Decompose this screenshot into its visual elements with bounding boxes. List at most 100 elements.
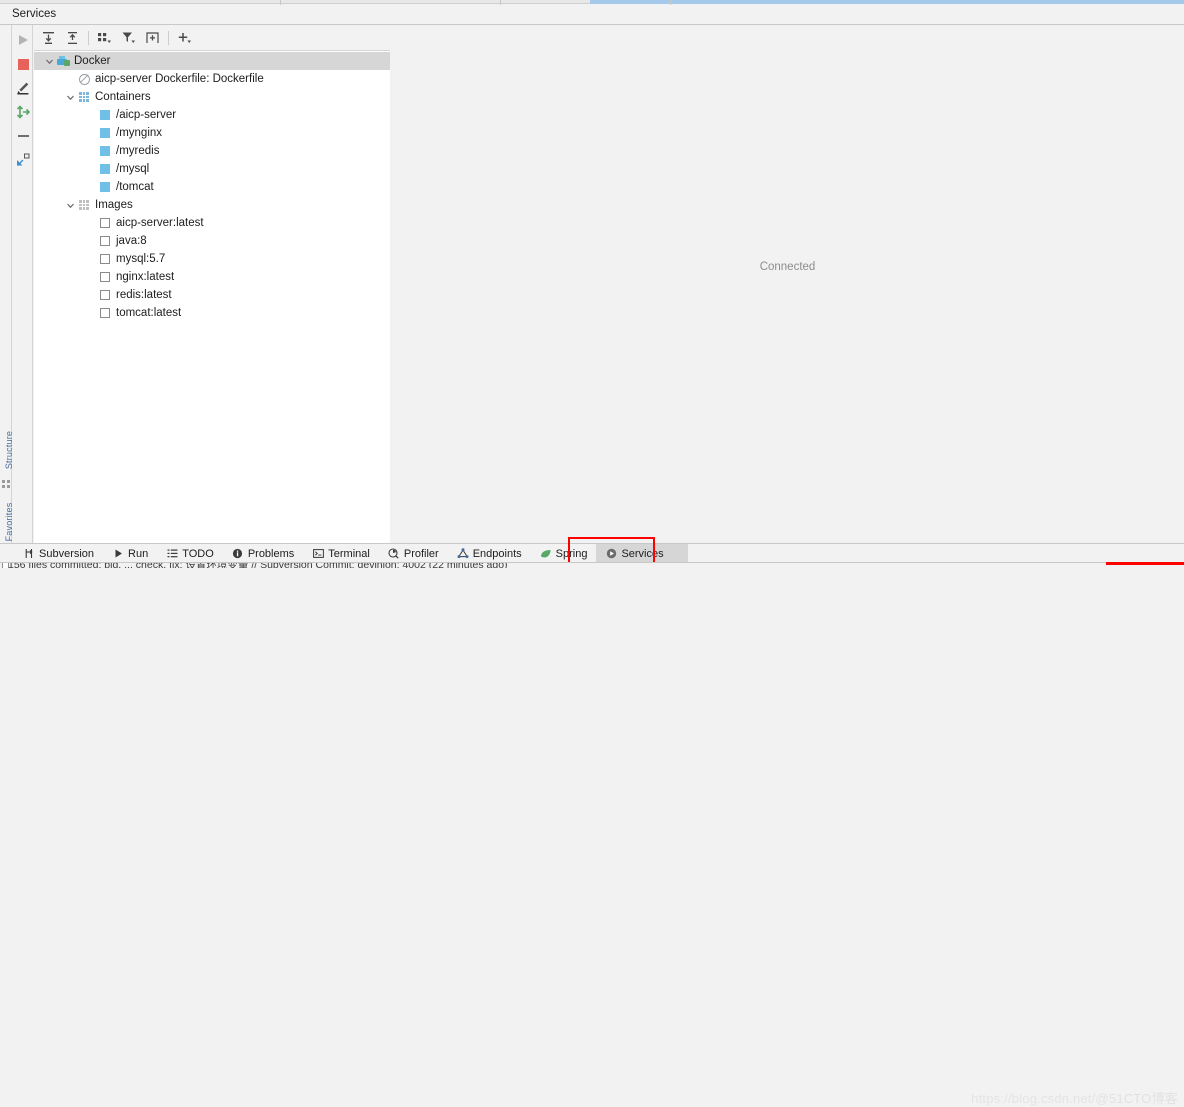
new-tab-button[interactable] bbox=[144, 30, 161, 46]
group-by-button[interactable] bbox=[96, 30, 113, 46]
empty-square-icon bbox=[97, 268, 113, 286]
tree-row-label: Images bbox=[95, 199, 133, 211]
bottom-tab-run[interactable]: Run bbox=[103, 544, 157, 563]
tree-row-label: /tomcat bbox=[116, 181, 154, 193]
green-arrow-icon bbox=[16, 105, 30, 119]
tree-row[interactable]: redis:latest bbox=[34, 286, 390, 304]
tree-row-label: java:8 bbox=[116, 235, 147, 247]
tree-row[interactable]: /aicp-server bbox=[34, 106, 390, 124]
bottom-tab-endpoints[interactable]: Endpoints bbox=[448, 544, 531, 563]
add-service-button[interactable] bbox=[176, 30, 193, 46]
watermark: https://blog.csdn.net/@51CTO博客 bbox=[971, 1088, 1178, 1107]
grid-icon bbox=[2, 480, 10, 488]
tree-row[interactable]: aicp-server:latest bbox=[34, 214, 390, 232]
bottom-tab-terminal[interactable]: Terminal bbox=[303, 544, 379, 563]
expand-window-icon bbox=[17, 153, 30, 166]
ide-status-bar-sliver: 156 files committed: bid, ... check, fix… bbox=[0, 562, 1184, 568]
connection-status-text: Connected bbox=[759, 261, 816, 273]
collapse-all-button[interactable] bbox=[64, 30, 81, 46]
bottom-tab-label: Endpoints bbox=[472, 547, 522, 560]
tree-row[interactable]: /tomcat bbox=[34, 178, 390, 196]
services-tree-panel: Docker aicp-server Dockerfile: Dockerfile… bbox=[34, 25, 390, 543]
terminal-icon bbox=[312, 548, 324, 560]
expand-all-icon bbox=[43, 32, 54, 44]
tree-row[interactable]: Containers bbox=[34, 88, 390, 106]
tree-row-label: /aicp-server bbox=[116, 109, 177, 121]
run-button[interactable] bbox=[15, 32, 31, 48]
bottom-tab-profiler[interactable]: Profiler bbox=[379, 544, 448, 563]
edit-button[interactable] bbox=[15, 80, 31, 96]
grid-grey-icon bbox=[76, 196, 92, 214]
tree-row[interactable]: /mynginx bbox=[34, 124, 390, 142]
chevron-down-icon[interactable] bbox=[43, 52, 55, 70]
docker-icon bbox=[55, 52, 71, 70]
info-icon bbox=[232, 548, 244, 560]
tree-row-label: redis:latest bbox=[116, 289, 172, 301]
chevron-down-icon[interactable] bbox=[64, 88, 76, 106]
toolbar-separator-2 bbox=[168, 31, 169, 45]
tree-row[interactable]: Images bbox=[34, 196, 390, 214]
bottom-tab-label: Subversion bbox=[39, 547, 95, 560]
branch-icon bbox=[23, 548, 35, 560]
bottom-tab-label: Problems bbox=[247, 547, 295, 560]
tree-row[interactable]: /myredis bbox=[34, 142, 390, 160]
bottom-tab-subversion[interactable]: Subversion bbox=[14, 544, 103, 563]
tree-row[interactable]: tomcat:latest bbox=[34, 304, 390, 322]
tree-row[interactable]: aicp-server Dockerfile: Dockerfile bbox=[34, 70, 390, 88]
bottom-tab-label: TODO bbox=[182, 547, 214, 560]
empty-square-icon bbox=[97, 250, 113, 268]
endpoints-icon bbox=[457, 548, 469, 560]
grid-blue-icon bbox=[76, 88, 92, 106]
empty-square-icon bbox=[97, 286, 113, 304]
blue-square-icon bbox=[97, 142, 113, 160]
deploy-button[interactable] bbox=[15, 104, 31, 120]
remove-button[interactable] bbox=[15, 128, 31, 144]
chevron-down-icon[interactable] bbox=[64, 196, 76, 214]
bottom-tab-todo[interactable]: TODO bbox=[157, 544, 223, 563]
chrome-active-tab-strip bbox=[590, 0, 1184, 4]
bottom-tab-problems[interactable]: Problems bbox=[223, 544, 303, 563]
pencil-icon bbox=[17, 82, 29, 95]
expand-all-button[interactable] bbox=[40, 30, 57, 46]
tree-row[interactable]: nginx:latest bbox=[34, 268, 390, 286]
watermark-url: https://blog.csdn.net/ bbox=[971, 1091, 1096, 1106]
tree-row-label: nginx:latest bbox=[116, 271, 175, 283]
tree-row[interactable]: mysql:5.7 bbox=[34, 250, 390, 268]
bottom-tab-label: Spring bbox=[555, 547, 588, 560]
collapse-all-icon bbox=[68, 32, 77, 44]
bottom-tab-label: Run bbox=[128, 547, 149, 560]
filter-icon bbox=[122, 32, 135, 43]
tool-window-tab-bar: Subversion Run TODO Problems Terminal Profile… bbox=[0, 543, 1184, 1106]
add-tab-icon bbox=[145, 32, 159, 43]
bottom-tabs: Subversion Run TODO Problems Terminal Profile… bbox=[14, 544, 688, 563]
chrome-grey-area bbox=[0, 0, 590, 4]
expand-button[interactable] bbox=[15, 152, 31, 168]
bottom-tab-services[interactable]: Services bbox=[596, 544, 688, 563]
services-tree[interactable]: Docker aicp-server Dockerfile: Dockerfile… bbox=[34, 51, 390, 543]
tree-row-label: tomcat:latest bbox=[116, 307, 182, 319]
play-icon bbox=[112, 548, 124, 560]
tree-row[interactable]: Docker bbox=[34, 52, 390, 70]
bottom-tab-spring[interactable]: Spring bbox=[531, 544, 597, 563]
tree-row[interactable]: java:8 bbox=[34, 232, 390, 250]
stop-square-icon bbox=[17, 58, 29, 70]
tree-row[interactable]: /mysql bbox=[34, 160, 390, 178]
tree-row-label: Containers bbox=[95, 91, 151, 103]
filter-button[interactable] bbox=[120, 30, 137, 46]
stop-button[interactable] bbox=[15, 56, 31, 72]
blue-square-icon bbox=[97, 160, 113, 178]
bottom-tab-label: Terminal bbox=[328, 547, 370, 560]
highlight-annotation-sliver bbox=[1106, 562, 1184, 565]
blue-square-icon bbox=[97, 178, 113, 196]
ban-icon bbox=[76, 70, 92, 88]
page-title: Services bbox=[12, 8, 57, 20]
